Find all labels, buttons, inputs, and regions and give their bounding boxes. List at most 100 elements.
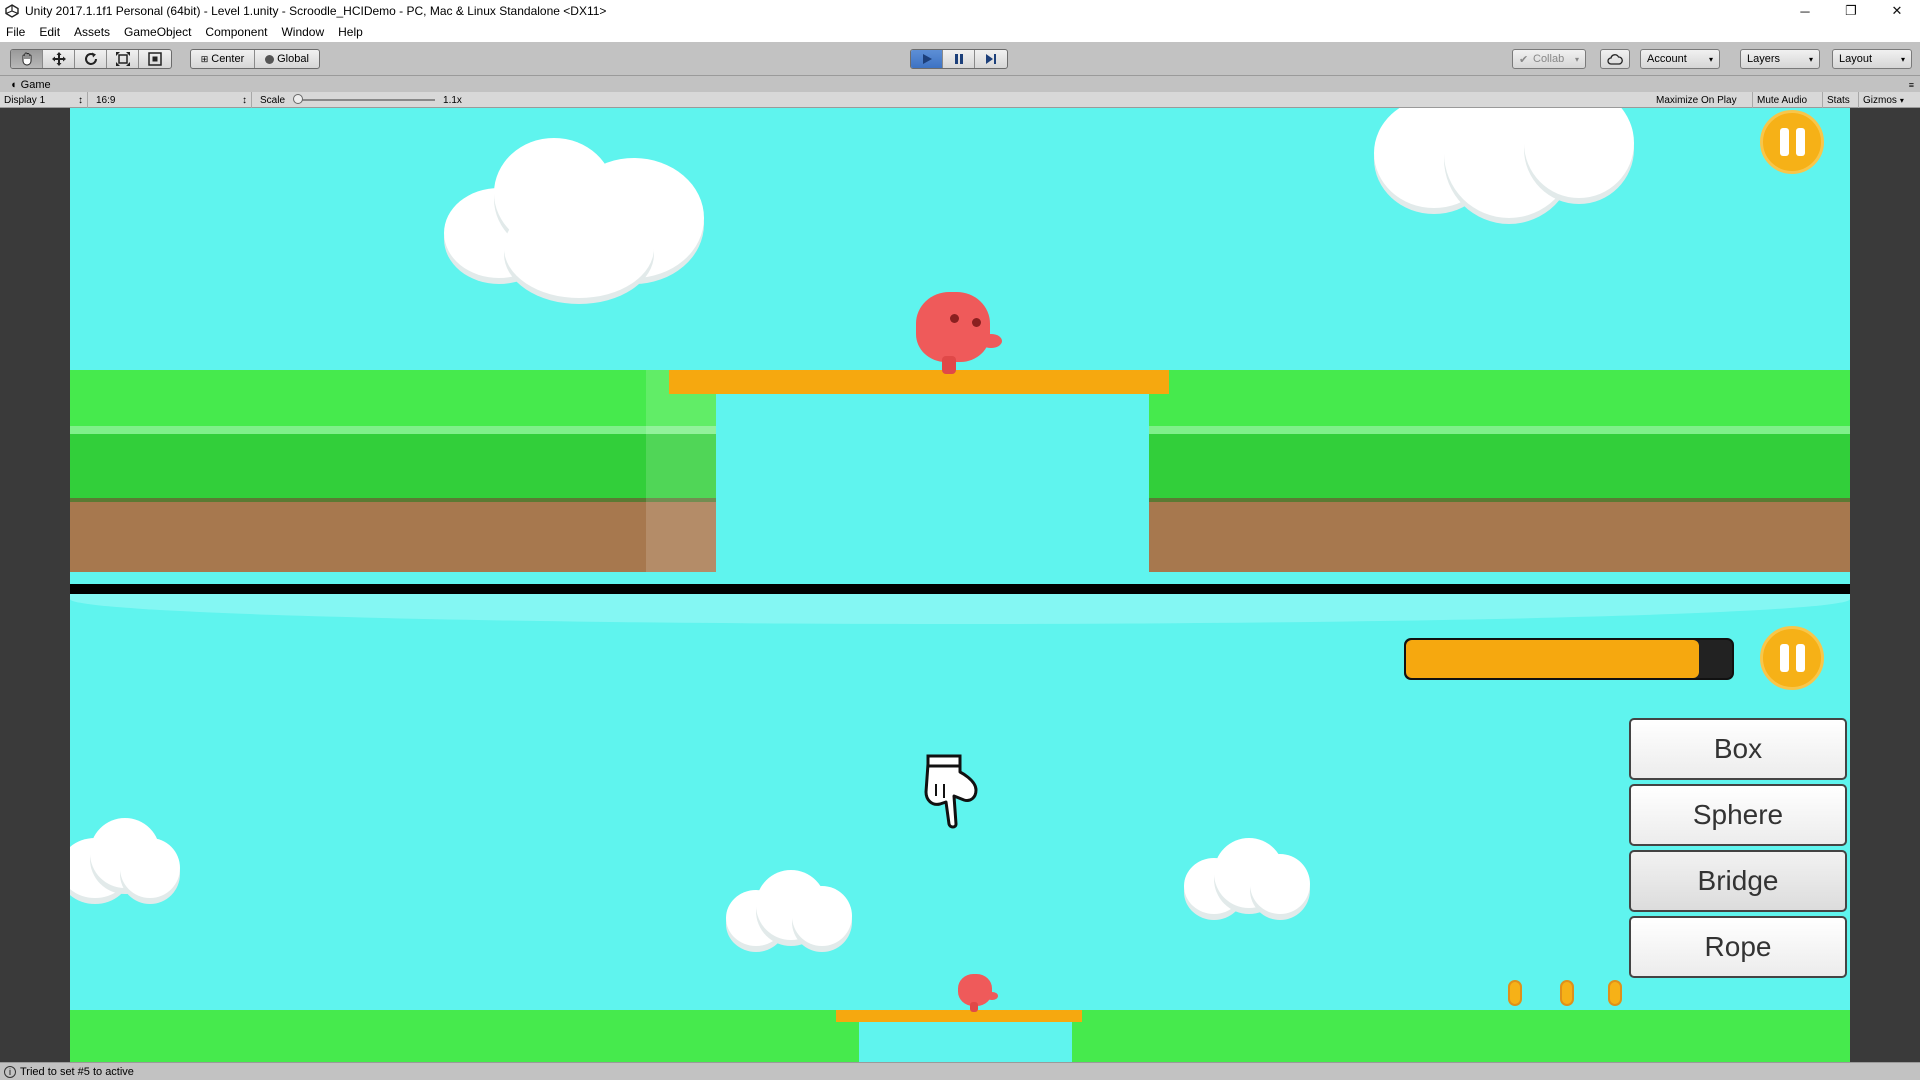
step-button[interactable] — [975, 50, 1007, 68]
coin-icon — [1608, 980, 1622, 1006]
scale-value: 1.1x — [443, 94, 462, 106]
account-dropdown[interactable]: Account ▾ — [1640, 49, 1720, 69]
pivot-toggle-group: ⊞ Center Global — [190, 49, 320, 69]
pointing-hand-cursor-icon — [916, 750, 986, 830]
stats-label: Stats — [1827, 94, 1850, 106]
space-global-button[interactable]: Global — [255, 50, 319, 68]
game-tab[interactable]: ◖ Game ≡ — [0, 77, 1920, 92]
info-icon: i — [4, 1065, 16, 1078]
player-eye — [950, 314, 959, 323]
sky-highlight — [70, 594, 1850, 624]
cloud-button[interactable] — [1600, 49, 1630, 69]
hand-tool-button[interactable] — [11, 50, 43, 68]
rect-tool-button[interactable] — [139, 50, 171, 68]
player-character-small — [958, 974, 1002, 1014]
pivot-center-button[interactable]: ⊞ Center — [191, 50, 255, 68]
menu-component[interactable]: Component — [205, 25, 267, 39]
split-divider — [70, 584, 1850, 594]
gizmos-dropdown[interactable]: Gizmos ▾ — [1859, 92, 1920, 108]
display-dropdown[interactable]: Display 1 ↕ — [0, 92, 88, 108]
account-label: Account — [1647, 53, 1687, 65]
scale-slider[interactable] — [293, 94, 436, 104]
space-label: Global — [277, 53, 309, 65]
pause-button-bottom[interactable] — [1760, 626, 1824, 690]
menu-bar: File Edit Assets GameObject Component Wi… — [0, 22, 1920, 42]
ground-bottom-left — [70, 1010, 859, 1062]
scale-control: Scale 1.1x — [256, 92, 476, 108]
progress-bar-fill — [1406, 640, 1700, 678]
rotate-tool-button[interactable] — [75, 50, 107, 68]
pause-button-top[interactable] — [1760, 110, 1824, 174]
scale-tool-button[interactable] — [107, 50, 139, 68]
hand-icon — [22, 52, 31, 66]
mute-audio-toggle[interactable]: Mute Audio — [1753, 92, 1823, 108]
menu-help[interactable]: Help — [338, 25, 363, 39]
menu-gameobject[interactable]: GameObject — [124, 25, 191, 39]
bridge-button[interactable]: Bridge — [1629, 850, 1847, 912]
gizmos-label: Gizmos — [1863, 94, 1897, 106]
tab-menu-icon[interactable]: ≡ — [1909, 80, 1914, 90]
pause-bar-icon — [1779, 128, 1789, 156]
minimize-button[interactable]: ─ — [1782, 0, 1828, 22]
chevron-down-icon: ▾ — [1900, 54, 1905, 64]
collab-label: Collab — [1533, 53, 1565, 65]
scale-icon — [115, 52, 130, 66]
play-button[interactable] — [911, 50, 943, 68]
pivot-label: Center — [211, 53, 245, 65]
layout-label: Layout — [1839, 53, 1873, 65]
layout-dropdown[interactable]: Layout ▾ — [1832, 49, 1912, 69]
cloud-small-center — [726, 870, 852, 956]
menu-file[interactable]: File — [6, 25, 25, 39]
game-viewport[interactable]: Box Sphere Bridge Rope — [70, 108, 1850, 1062]
ground-left — [70, 370, 716, 572]
sphere-button[interactable]: Sphere — [1629, 784, 1847, 846]
status-bar: i Tried to set #5 to active — [0, 1062, 1920, 1080]
globe-icon — [265, 54, 275, 64]
display-label: Display 1 — [4, 94, 46, 106]
aspect-dropdown[interactable]: 16:9 ↕ — [92, 92, 252, 108]
window-title: Unity 2017.1.1f1 Personal (64bit) - Leve… — [25, 4, 607, 18]
cloud-small-left — [70, 818, 180, 908]
maximize-label: Maximize On Play — [1656, 94, 1737, 106]
chevron-down-icon: ▾ — [1708, 54, 1713, 64]
layers-dropdown[interactable]: Layers ▾ — [1740, 49, 1820, 69]
collab-dropdown[interactable]: ✔ Collab ▾ — [1512, 49, 1586, 69]
updown-icon: ↕ — [78, 94, 83, 106]
rotate-icon — [84, 52, 97, 65]
maximize-on-play-toggle[interactable]: Maximize On Play — [1652, 92, 1753, 108]
chevron-down-icon: ▾ — [1899, 95, 1904, 105]
box-button[interactable]: Box — [1629, 718, 1847, 780]
move-arrows-icon — [51, 52, 66, 66]
playback-controls — [910, 49, 1008, 69]
close-button[interactable]: ✕ — [1874, 0, 1920, 22]
cloud-large — [444, 128, 704, 298]
cloud-icon — [1607, 53, 1623, 65]
chevron-down-icon: ▾ — [1574, 54, 1579, 64]
scale-label: Scale — [260, 94, 286, 106]
pause-bar-icon — [1795, 128, 1805, 156]
main-toolbar: ⊞ Center Global ✔ Collab ▾ Account ▾ Lay… — [0, 42, 1920, 76]
layers-label: Layers — [1747, 53, 1781, 65]
pause-icon — [954, 54, 963, 64]
pause-editor-button[interactable] — [943, 50, 975, 68]
menu-edit[interactable]: Edit — [39, 25, 60, 39]
pivot-icon: ⊞ — [200, 53, 209, 64]
check-icon: ✔ — [1519, 53, 1529, 66]
status-message[interactable]: Tried to set #5 to active — [20, 1066, 134, 1078]
chevron-down-icon: ▾ — [1808, 54, 1813, 64]
unity-logo-icon — [4, 3, 20, 19]
stats-toggle[interactable]: Stats — [1823, 92, 1859, 108]
menu-assets[interactable]: Assets — [74, 25, 110, 39]
progress-bar — [1404, 638, 1734, 680]
game-tab-label: Game — [20, 78, 51, 91]
game-view-bar: Display 1 ↕ 16:9 ↕ Scale 1.1x Maximize O… — [0, 92, 1920, 108]
maximize-button[interactable]: ❐ — [1828, 0, 1874, 22]
scale-slider-thumb[interactable] — [293, 94, 304, 104]
move-tool-button[interactable] — [43, 50, 75, 68]
menu-window[interactable]: Window — [281, 25, 324, 39]
rect-transform-icon — [148, 52, 162, 66]
transform-tools — [10, 49, 172, 69]
step-forward-icon — [986, 54, 996, 64]
game-controller-icon: ◖ — [10, 78, 17, 91]
rope-button[interactable]: Rope — [1629, 916, 1847, 978]
